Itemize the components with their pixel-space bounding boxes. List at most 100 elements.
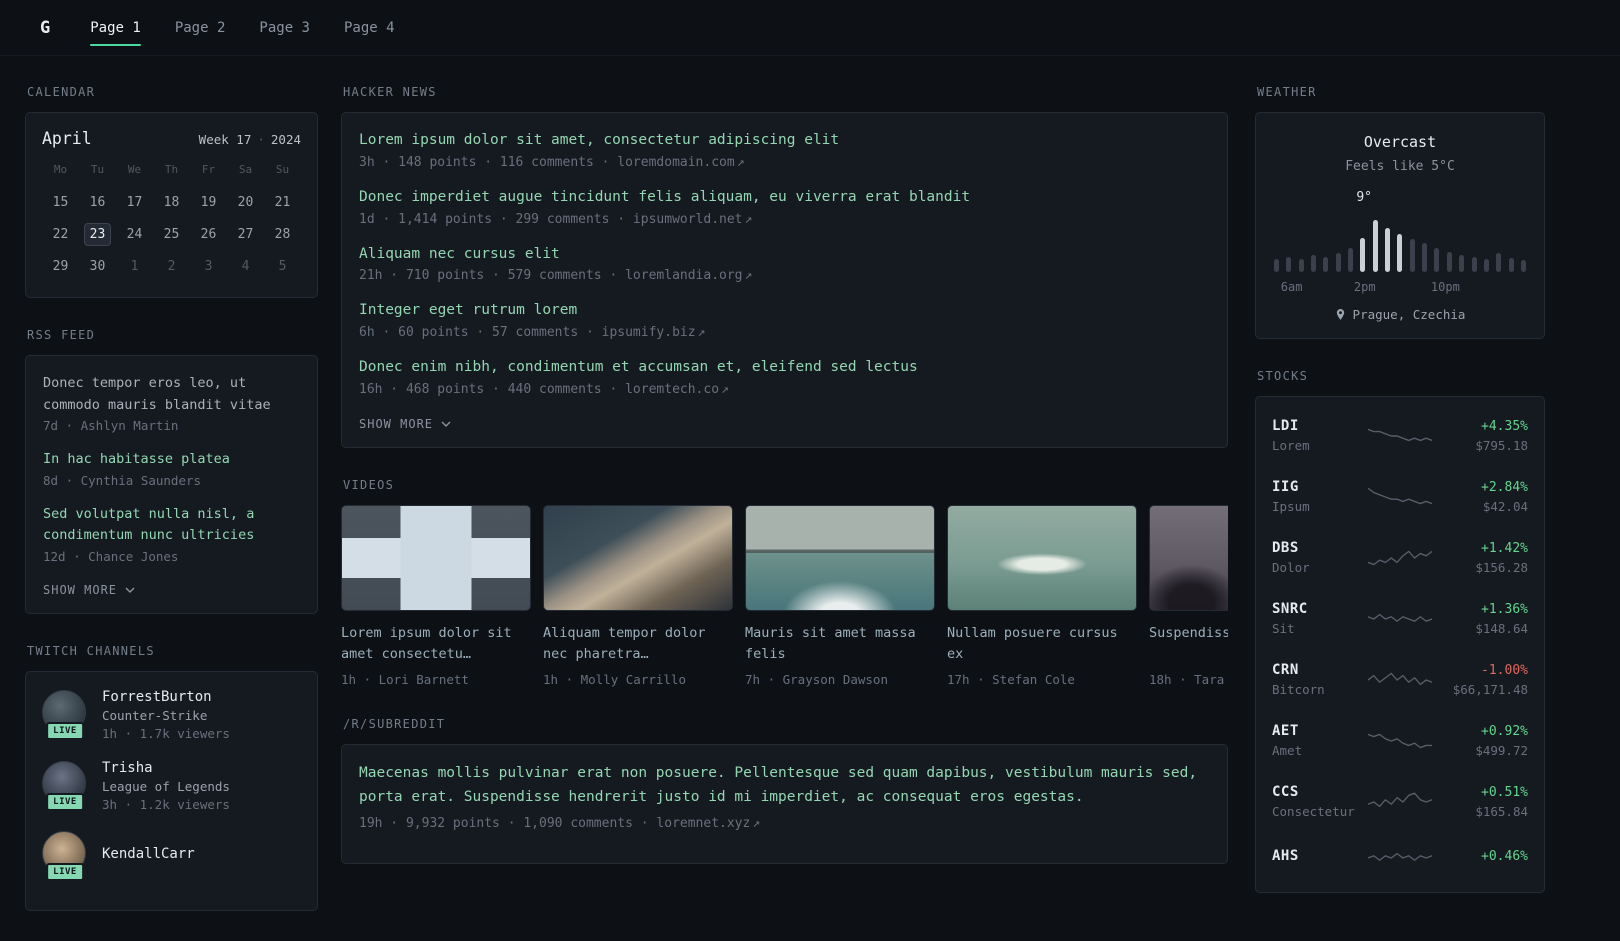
stock-symbol: CRN [1272,662,1299,678]
video-thumbnail[interactable] [947,504,1137,611]
calendar-day[interactable]: 22 [47,223,74,246]
stock-row[interactable]: IIG Ipsum +2.84% $42.04 [1272,466,1528,527]
stock-row[interactable]: DBS Dolor +1.42% $156.28 [1272,527,1528,588]
calendar-day[interactable]: 25 [158,223,185,246]
weather-section-title: WEATHER [1257,85,1317,99]
stock-row[interactable]: SNRC Sit +1.36% $148.64 [1272,588,1528,649]
stock-name: Dolor [1272,560,1310,575]
channel-info: KendallCarr [102,846,195,865]
hackernews-item-title[interactable]: Donec enim nibh, condimentum et accumsan… [359,357,1210,379]
live-badge: LIVE [46,721,84,740]
hackernews-item: Aliquam nec cursus elit 21h · 710 points… [359,244,1210,284]
stock-row[interactable]: CRN Bitcorn -1.00% $66,171.48 [1272,649,1528,710]
calendar-day[interactable]: 5 [269,255,296,278]
twitch-channel[interactable]: LIVE KendallCarr [42,830,301,881]
weather-feels-like: Feels like 5°C [1345,159,1455,174]
video-thumbnail[interactable] [745,504,935,611]
stock-name: Lorem [1272,438,1310,453]
stock-identity: SNRC Sit [1272,601,1358,636]
nav-tab[interactable]: Page 1 [90,0,141,55]
stock-symbol: CCS [1272,784,1299,800]
hackernews-item-title[interactable]: Aliquam nec cursus elit [359,244,1210,266]
video-item[interactable]: Suspendisse diam 18h · Tara [1149,504,1228,687]
stock-change: +1.42% [1481,540,1528,556]
stock-row[interactable]: AHS +0.46% [1272,832,1528,884]
rss-section: RSS FEED Donec tempor eros leo, ut commo… [25,328,318,614]
video-item[interactable]: Mauris sit amet massa felis 7h · Grayson… [745,504,935,687]
subreddit-section: /R/SUBREDDIT Maecenas mollis pulvinar er… [341,717,1228,864]
rss-item-title[interactable]: In hac habitasse platea [43,449,300,471]
calendar-day[interactable]: 1 [121,255,148,278]
weather-widget: Overcast Feels like 5°C 9° 6am 2pm 10pm Pr… [1255,112,1545,339]
weather-bar [1323,257,1329,272]
stock-symbol: LDI [1272,418,1299,434]
nav-tabs: Page 1 Page 2 Page 3 Page 4 [90,0,428,55]
calendar-day[interactable]: 19 [195,191,222,214]
stock-symbol: SNRC [1272,601,1308,617]
hackernews-show-more-button[interactable]: SHOW MORE [359,417,451,431]
stock-symbol: DBS [1272,540,1299,556]
subreddit-post-title[interactable]: Maecenas mollis pulvinar erat non posuer… [359,762,1210,810]
rss-item-title[interactable]: Donec tempor eros leo, ut commodo mauris… [43,373,300,416]
calendar-day[interactable]: 4 [232,255,259,278]
video-thumbnail[interactable] [341,504,531,611]
hackernews-item-title[interactable]: Lorem ipsum dolor sit amet, consectetur … [359,130,1210,152]
rss-item-title[interactable]: Sed volutpat nulla nisl, a condimentum n… [43,504,300,547]
calendar-day[interactable]: 30 [84,255,111,278]
calendar-day[interactable]: 3 [195,255,222,278]
weather-bar [1483,259,1489,272]
subreddit-post: Maecenas mollis pulvinar erat non posuer… [359,762,1210,831]
stock-identity: CRN Bitcorn [1272,662,1358,697]
external-link-icon: ↗ [721,381,729,397]
video-item[interactable]: Aliquam tempor dolor nec pharetra… 1h · … [543,504,733,687]
calendar-day[interactable]: 28 [269,223,296,246]
hackernews-item-title[interactable]: Donec imperdiet augue tincidunt felis al… [359,187,1210,209]
stock-values: +0.51% $165.84 [1442,785,1528,819]
middle-column: HACKER NEWS Lorem ipsum dolor sit amet, … [341,85,1228,894]
stock-row[interactable]: LDI Lorem +4.35% $795.18 [1272,405,1528,466]
weather-bar [1348,248,1354,272]
stock-identity: CCS Consectetur [1272,784,1358,819]
stock-identity: LDI Lorem [1272,418,1358,453]
rss-show-more-button[interactable]: SHOW MORE [43,583,135,597]
calendar-day[interactable]: 18 [158,191,185,214]
calendar-day[interactable]: 20 [232,191,259,214]
video-meta: 7h · Grayson Dawson [745,671,888,687]
video-thumbnail[interactable] [543,504,733,611]
twitch-section-title: TWITCH CHANNELS [27,643,155,658]
channel-meta: 1h · 1.7k viewers [102,725,230,741]
calendar-day-header: We [127,163,142,176]
video-thumbnail[interactable] [1149,504,1228,611]
calendar-day[interactable]: 16 [84,191,111,214]
calendar-day[interactable]: 26 [195,223,222,246]
hackernews-item-meta: 3h · 148 points · 116 comments · loremdo… [359,154,745,170]
calendar-day[interactable]: 17 [121,191,148,214]
hackernews-item-title[interactable]: Integer eget rutrum lorem [359,300,1210,322]
calendar-day[interactable]: 21 [269,191,296,214]
calendar-day[interactable]: 27 [232,223,259,246]
dot-separator: · [257,132,265,147]
calendar-day[interactable]: 23 [84,223,111,246]
stocks-section-title: STOCKS [1257,369,1309,383]
calendar-day[interactable]: 24 [121,223,148,246]
nav-tab[interactable]: Page 2 [175,0,226,55]
twitch-channel[interactable]: LIVE Trisha League of Legends 3h · 1.2k … [42,760,301,812]
stock-row[interactable]: CCS Consectetur +0.51% $165.84 [1272,771,1528,832]
video-meta: 18h · Tara [1149,671,1225,687]
calendar-day[interactable]: 29 [47,255,74,278]
twitch-channel[interactable]: LIVE ForrestBurton Counter-Strike 1h · 1… [42,689,301,741]
chevron-down-icon [441,421,451,427]
nav-tab[interactable]: Page 3 [259,0,310,55]
calendar-day[interactable]: 15 [47,191,74,214]
nav-tab[interactable]: Page 4 [344,0,395,55]
stock-row[interactable]: AET Amet +0.92% $499.72 [1272,710,1528,771]
rss-item: In hac habitasse platea 8d · Cynthia Sau… [43,449,300,488]
calendar-day[interactable]: 2 [158,255,185,278]
video-item[interactable]: Nullam posuere cursus ex 17h · Stefan Co… [947,504,1137,687]
rss-widget: Donec tempor eros leo, ut commodo mauris… [25,355,318,614]
video-title: Nullam posuere cursus ex [947,624,1118,662]
calendar-grid: 15 16 17 18 19 20 21 22 23 24 25 26 27 28 29 30 1 2 3 4 5 [42,191,301,278]
stock-identity: AHS [1272,848,1358,868]
video-item[interactable]: Lorem ipsum dolor sit amet consectetu… 1… [341,504,531,687]
channel-name: ForrestBurton [102,688,212,705]
